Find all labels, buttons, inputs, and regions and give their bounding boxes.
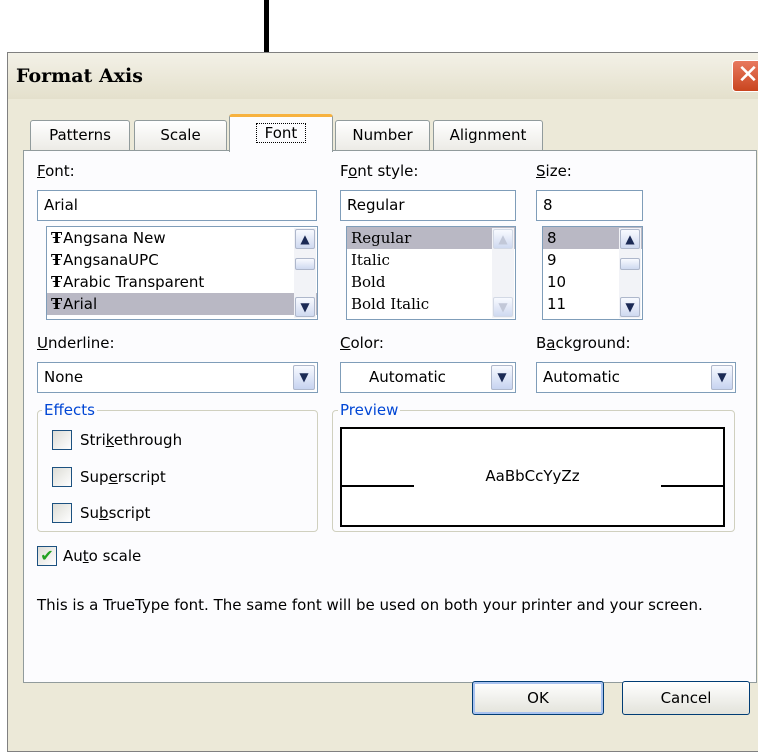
checkmark-icon: ✔ <box>40 546 54 565</box>
list-item[interactable]: Ŧ Angsana New <box>47 227 317 249</box>
close-icon: ✕ <box>737 60 758 90</box>
dialog-title: Format Axis <box>16 65 143 87</box>
chevron-down-icon: ▼ <box>498 300 508 314</box>
auto-scale-label[interactable]: Auto scale <box>63 547 141 565</box>
scroll-up-button[interactable]: ▲ <box>295 229 315 249</box>
background-dropdown[interactable]: Automatic ▼ <box>536 362 736 393</box>
font-list[interactable]: Ŧ Angsana New Ŧ AngsanaUPC Ŧ Arabic Transpare… <box>46 226 318 320</box>
tab-patterns[interactable]: Patterns <box>30 120 130 150</box>
preview-box: AaBbCcYyZz <box>340 427 725 527</box>
tab-number[interactable]: Number <box>335 120 430 150</box>
scroll-down-button[interactable]: ▼ <box>493 297 513 317</box>
scroll-thumb[interactable] <box>295 258 315 270</box>
dropdown-arrow-icon[interactable]: ▼ <box>711 365 733 390</box>
underline-value: None <box>44 368 84 386</box>
truetype-icon: Ŧ <box>51 273 62 291</box>
font-style-label: Font style: <box>340 162 419 180</box>
list-item-label: 11 <box>547 295 567 313</box>
tab-alignment[interactable]: Alignment <box>433 120 543 150</box>
list-item-label: Angsana New <box>63 229 166 247</box>
scroll-up-button[interactable]: ▲ <box>620 229 640 249</box>
font-name-input[interactable]: Arial <box>37 190 317 221</box>
list-item-label: AngsanaUPC <box>63 251 159 269</box>
tab-font[interactable]: Font <box>229 114 333 152</box>
preview-baseline-right <box>661 485 723 487</box>
preview-baseline-left <box>342 485 414 487</box>
list-item-label: Italic <box>351 251 390 269</box>
scroll-down-button[interactable]: ▼ <box>620 297 640 317</box>
chevron-up-icon: ▲ <box>498 232 508 246</box>
list-item[interactable]: Bold Italic <box>347 293 515 315</box>
scroll-down-button[interactable]: ▼ <box>295 297 315 317</box>
strikethrough-checkbox[interactable] <box>52 430 72 450</box>
list-item-label: Bold Italic <box>351 295 430 313</box>
subscript-label[interactable]: Subscript <box>80 504 150 522</box>
color-value: Automatic <box>369 368 446 386</box>
list-item-label: 9 <box>547 251 557 269</box>
dropdown-arrow-icon[interactable]: ▼ <box>293 365 315 390</box>
dropdown-arrow-icon[interactable]: ▼ <box>491 365 513 390</box>
superscript-label[interactable]: Superscript <box>80 468 166 486</box>
auto-scale-checkbox[interactable]: ✔ <box>37 546 57 566</box>
scroll-thumb[interactable] <box>620 258 640 270</box>
size-list[interactable]: 8 9 10 11 ▲ ▼ <box>542 226 643 320</box>
background-label: Background: <box>536 334 631 352</box>
font-style-input[interactable]: Regular <box>340 190 516 221</box>
chevron-down-icon: ▼ <box>300 300 310 314</box>
color-label: Color: <box>340 334 384 352</box>
underline-dropdown[interactable]: None ▼ <box>37 362 318 393</box>
font-label: Font: <box>37 162 75 180</box>
list-item[interactable]: Ŧ Arabic Transparent <box>47 271 317 293</box>
size-input[interactable]: 8 <box>536 190 643 221</box>
font-style-scrollbar[interactable]: ▲ ▼ <box>492 228 514 318</box>
underline-label: Underline: <box>37 334 115 352</box>
font-list-scrollbar[interactable]: ▲ ▼ <box>294 228 316 318</box>
truetype-icon: Ŧ <box>51 295 62 313</box>
color-dropdown[interactable]: Automatic ▼ <box>340 362 516 393</box>
preview-legend: Preview <box>338 401 401 419</box>
effects-legend: Effects <box>42 401 97 419</box>
list-item-label: Arial <box>63 295 98 313</box>
background-value: Automatic <box>543 368 620 386</box>
preview-sample-text: AaBbCcYyZz <box>485 467 580 485</box>
list-item[interactable]: Bold <box>347 271 515 293</box>
list-item[interactable]: Italic <box>347 249 515 271</box>
truetype-icon: Ŧ <box>51 251 62 269</box>
close-button[interactable]: ✕ <box>732 60 758 92</box>
chevron-up-icon: ▲ <box>300 232 310 246</box>
ok-button[interactable]: OK <box>472 681 604 715</box>
tab-scale[interactable]: Scale <box>134 120 227 150</box>
scroll-up-button[interactable]: ▲ <box>493 229 513 249</box>
size-label: Size: <box>536 162 572 180</box>
list-item-label: Bold <box>351 273 386 291</box>
list-item-label: 8 <box>547 229 557 247</box>
font-style-list[interactable]: Regular Italic Bold Bold Italic ▲ ▼ <box>346 226 516 320</box>
list-item[interactable]: Ŧ Arial <box>47 293 317 315</box>
list-item[interactable]: Ŧ AngsanaUPC <box>47 249 317 271</box>
list-item-label: Arabic Transparent <box>63 273 205 291</box>
size-list-scrollbar[interactable]: ▲ ▼ <box>619 228 641 318</box>
list-item-label: Regular <box>351 229 412 247</box>
cancel-button[interactable]: Cancel <box>622 681 750 715</box>
truetype-info-text: This is a TrueType font. The same font w… <box>37 596 703 614</box>
truetype-icon: Ŧ <box>51 229 62 247</box>
list-item[interactable]: Regular <box>347 227 515 249</box>
chevron-down-icon: ▼ <box>625 300 635 314</box>
list-item-label: 10 <box>547 273 567 291</box>
chevron-up-icon: ▲ <box>625 232 635 246</box>
subscript-checkbox[interactable] <box>52 503 72 523</box>
title-bar: Format Axis ✕ <box>8 53 758 99</box>
tab-font-label: Font <box>255 123 307 143</box>
superscript-checkbox[interactable] <box>52 467 72 487</box>
strikethrough-label[interactable]: Strikethrough <box>80 431 182 449</box>
